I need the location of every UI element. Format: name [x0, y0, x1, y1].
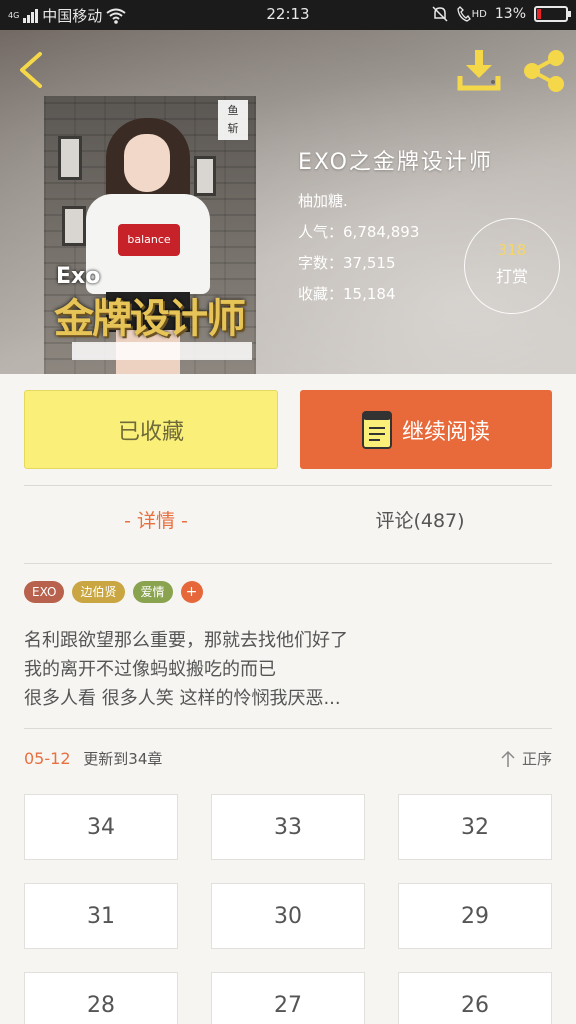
book-author: 柚加糖.	[298, 192, 348, 210]
add-tag-button[interactable]: +	[180, 581, 203, 603]
tip-button[interactable]: 318 打赏	[464, 218, 560, 314]
synopsis-line: 名利跟欲望那么重要，那就去找他们好了	[24, 630, 348, 651]
chapter-item[interactable]: 28	[24, 972, 178, 1024]
sort-order-button[interactable]: 正序	[500, 748, 552, 769]
continue-reading-button[interactable]: 继续阅读	[300, 390, 552, 469]
tag-chip[interactable]: 爱情	[132, 581, 173, 603]
book-cover[interactable]: balance 鱼 斩 Exo 金牌设计师	[44, 96, 256, 374]
continue-reading-label: 继续阅读	[401, 419, 490, 445]
hd-call-icon: HD	[456, 6, 487, 22]
silent-icon	[432, 6, 448, 22]
update-info: 05-12 更新到34章 正序	[24, 748, 552, 774]
chapter-item[interactable]: 27	[211, 972, 365, 1024]
chevron-left-icon	[20, 52, 42, 88]
favorites-value: 15,184	[343, 285, 396, 303]
chapter-item[interactable]: 34	[24, 794, 178, 860]
favorited-label: 已收藏	[117, 419, 184, 445]
update-text: 更新到34章	[83, 750, 163, 768]
tag-chip[interactable]: 边伯贤	[72, 581, 125, 603]
book-icon	[361, 410, 392, 449]
sort-order-label: 正序	[521, 750, 552, 768]
divider	[24, 485, 552, 486]
battery-icon	[534, 6, 571, 22]
status-bar: 4G 中国移动 22:13 HD 13%	[0, 0, 576, 30]
tag-chip[interactable]: EXO	[24, 581, 65, 603]
update-date: 05-12	[24, 749, 71, 768]
arrow-up-icon	[501, 750, 515, 767]
tab-details[interactable]: - 详情 -	[24, 506, 288, 533]
book-synopsis[interactable]: 名利跟欲望那么重要，那就去找他们好了 我的离开不过像蚂蚁搬吃的而已 很多人看 很…	[24, 626, 552, 713]
tip-count: 318	[497, 241, 527, 259]
synopsis-line: 我的离开不过像蚂蚁搬吃的而已	[24, 659, 276, 680]
book-title: EXO之金牌设计师	[298, 150, 493, 175]
tip-label: 打赏	[495, 267, 528, 286]
synopsis-line: 很多人看 很多人笑 这样的怜悯我厌恶...	[24, 688, 341, 709]
back-button[interactable]	[14, 50, 50, 90]
chapter-item[interactable]: 33	[211, 794, 365, 860]
cover-title-art: 金牌设计师	[54, 296, 246, 342]
share-icon	[524, 50, 564, 92]
divider	[24, 563, 552, 564]
chapter-item[interactable]: 29	[398, 883, 552, 949]
chapter-item[interactable]: 31	[24, 883, 178, 949]
chapter-item[interactable]: 30	[211, 883, 365, 949]
favorited-button[interactable]: 已收藏	[24, 390, 278, 469]
chapter-item[interactable]: 26	[398, 972, 552, 1024]
download-button[interactable]	[456, 48, 502, 94]
tab-comments[interactable]: 评论(487)	[288, 506, 552, 533]
chapter-item[interactable]: 32	[398, 794, 552, 860]
book-info: EXO之金牌设计师 柚加糖. 人气：6,784,893 字数：37,515 收藏…	[298, 144, 493, 304]
word-count-value: 37,515	[343, 254, 396, 272]
cover-corner-tag: 鱼 斩	[218, 100, 248, 140]
download-icon	[457, 50, 501, 91]
book-header: balance 鱼 斩 Exo 金牌设计师 EXO之金牌设计师 柚加糖. 人气：…	[0, 30, 576, 374]
share-button[interactable]	[520, 48, 568, 94]
popularity-value: 6,784,893	[343, 223, 420, 241]
battery-percent: 13%	[494, 6, 526, 22]
tag-list: EXO 边伯贤 爱情 +	[24, 581, 203, 603]
popularity-row: 人气：6,784,893	[298, 223, 420, 241]
favorites-row: 收藏：15,184	[298, 285, 396, 303]
divider	[24, 728, 552, 729]
